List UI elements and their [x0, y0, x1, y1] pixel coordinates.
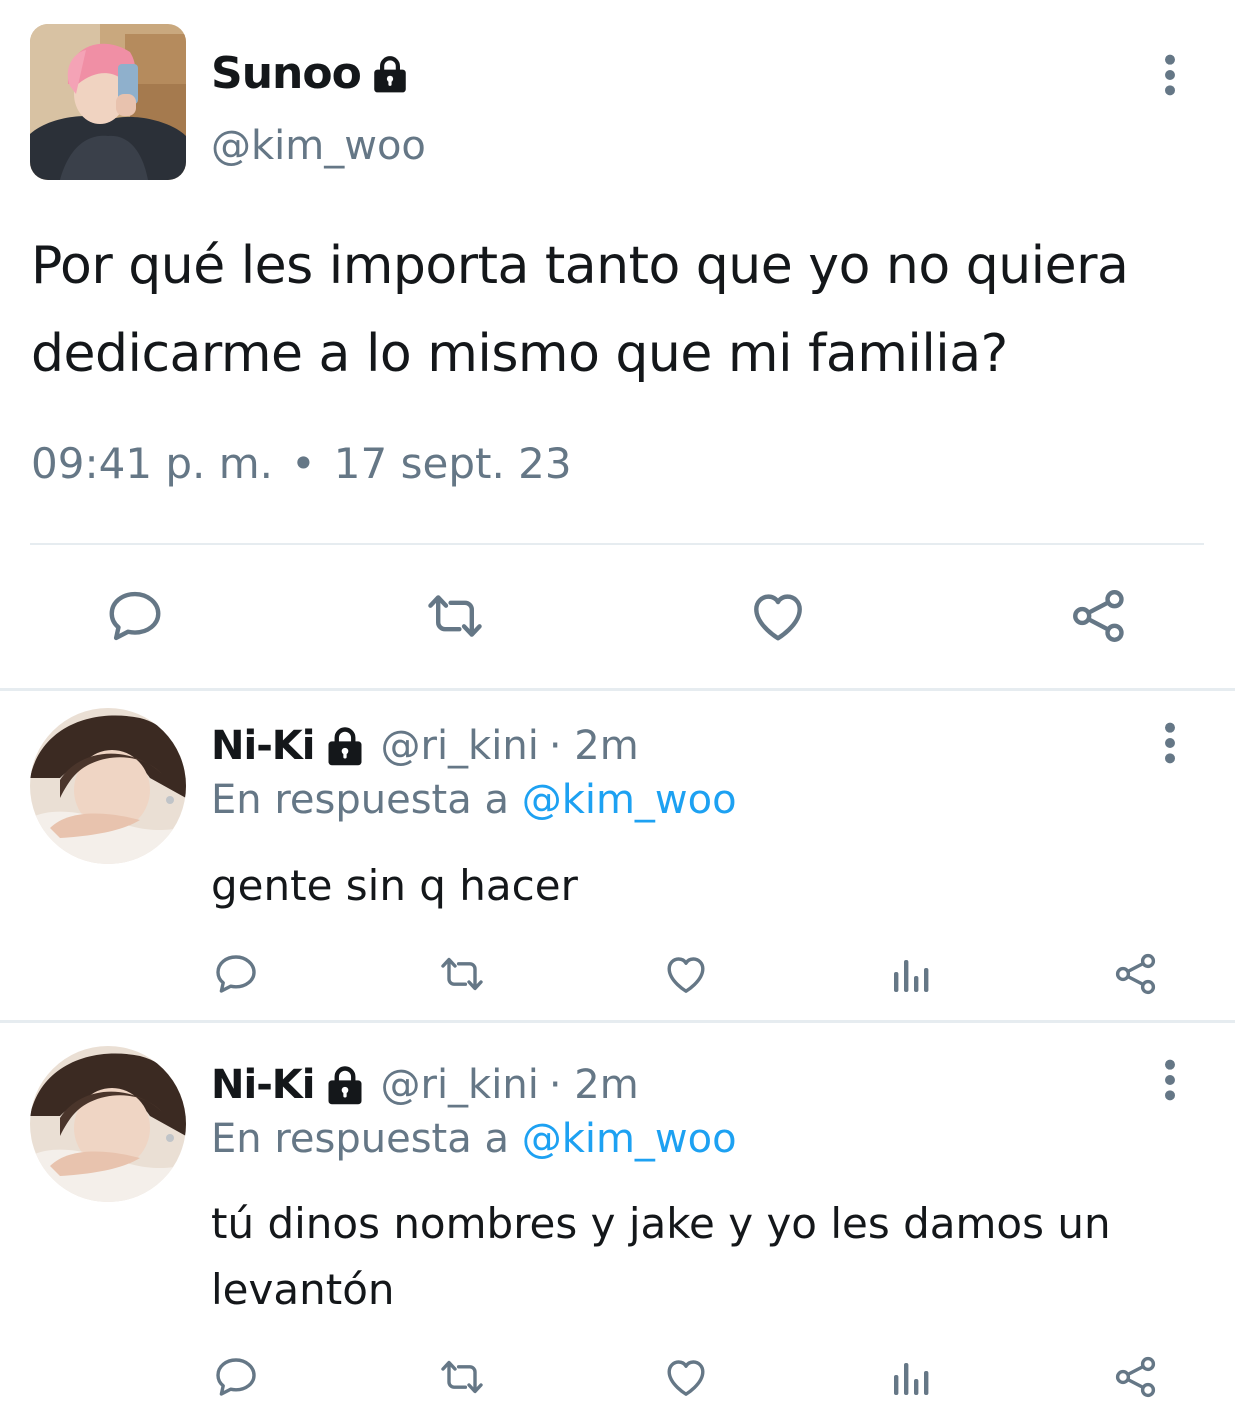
handle[interactable]: @ri_kini [381, 718, 539, 774]
reply-text: tú dinos nombres y jake y yo les damos u… [211, 1199, 1111, 1314]
divider [30, 543, 1204, 545]
more-options-icon[interactable] [1158, 52, 1182, 98]
reply-tweet[interactable]: Ni-Ki @ri_kini · 2m En respuesta a @kim_… [0, 690, 1235, 1020]
meta-separator: • [291, 439, 316, 488]
reply-context: En respuesta a @kim_woo [211, 772, 737, 828]
reply-time: · 2m [548, 723, 639, 769]
tweet-date: 17 sept. 23 [333, 439, 572, 488]
tweet-timestamp: 09:41 p. m. • 17 sept. 23 [31, 436, 572, 492]
reply-tweet[interactable]: Ni-Ki @ri_kini · 2m En respuesta a @kim_… [0, 1023, 1235, 1428]
handle[interactable]: @kim_woo [211, 118, 426, 174]
retweet-icon[interactable] [424, 585, 486, 647]
avatar[interactable] [30, 24, 186, 180]
like-icon[interactable] [747, 585, 809, 647]
reply-icon[interactable] [212, 1353, 260, 1401]
display-name[interactable]: Ni-Ki [211, 718, 315, 774]
reply-prefix: En respuesta a [211, 777, 522, 823]
reply-header: Ni-Ki @ri_kini · 2m [211, 718, 639, 774]
reply-context: En respuesta a @kim_woo [211, 1111, 737, 1167]
mention-link[interactable]: @kim_woo [522, 1116, 737, 1162]
like-icon[interactable] [662, 950, 710, 998]
more-options-icon[interactable] [1158, 1057, 1182, 1103]
display-name-text[interactable]: Sunoo [211, 46, 362, 102]
reply-text: gente sin q hacer [211, 861, 578, 910]
reply-icon[interactable] [212, 950, 260, 998]
like-icon[interactable] [662, 1353, 710, 1401]
display-name[interactable]: Sunoo [211, 46, 411, 102]
analytics-icon[interactable] [888, 1353, 936, 1401]
analytics-icon[interactable] [888, 950, 936, 998]
lock-icon [323, 724, 367, 768]
mention-link[interactable]: @kim_woo [522, 777, 737, 823]
reply-time: · 2m [548, 1062, 639, 1108]
retweet-icon[interactable] [438, 1353, 486, 1401]
reply-header: Ni-Ki @ri_kini · 2m [211, 1057, 639, 1113]
lock-icon [369, 52, 411, 96]
more-options-icon[interactable] [1158, 720, 1182, 766]
reply-icon[interactable] [104, 585, 166, 647]
avatar[interactable] [30, 1046, 186, 1202]
share-icon[interactable] [1068, 585, 1130, 647]
retweet-icon[interactable] [438, 950, 486, 998]
reply-prefix: En respuesta a [211, 1116, 522, 1162]
tweet-text: Por qué les importa tanto que yo no quie… [31, 236, 1129, 384]
share-icon[interactable] [1112, 950, 1160, 998]
main-tweet: Sunoo @kim_woo Por qué les importa tanto… [0, 0, 1235, 690]
share-icon[interactable] [1112, 1353, 1160, 1401]
display-name[interactable]: Ni-Ki [211, 1057, 315, 1113]
handle[interactable]: @ri_kini [381, 1057, 539, 1113]
tweet-time: 09:41 p. m. [31, 439, 274, 488]
lock-icon [323, 1063, 367, 1107]
avatar[interactable] [30, 708, 186, 864]
